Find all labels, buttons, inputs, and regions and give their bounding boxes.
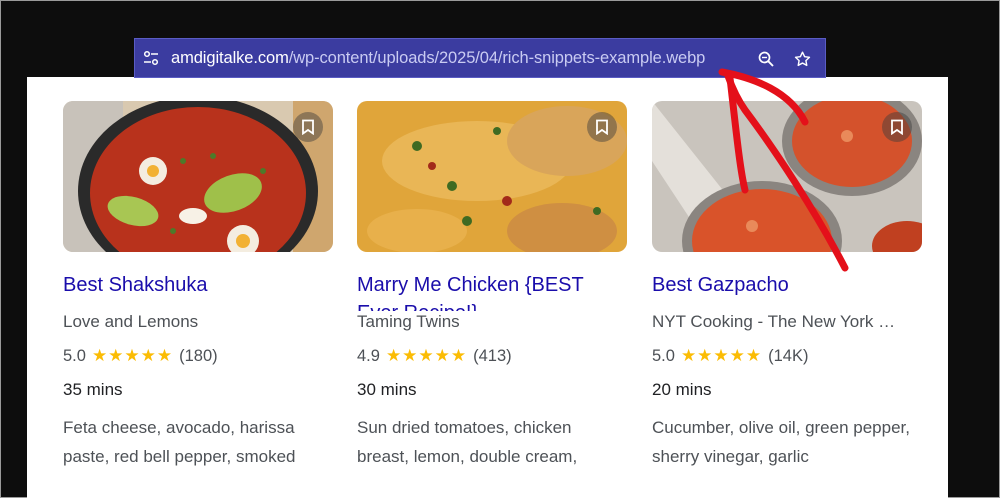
recipe-source: NYT Cooking - The New York … (652, 312, 896, 331)
url-domain: amdigitalke.com (171, 48, 289, 67)
rating-value: 5.0 (63, 347, 86, 365)
recipe-title[interactable]: Best Gazpacho (652, 271, 922, 299)
recipe-ingredients: Sun dried tomatoes, chicken breast, lemo… (357, 418, 578, 466)
recipe-title[interactable]: Marry Me Chicken {BEST Ever Recipe!} (357, 271, 627, 311)
review-count: (413) (473, 347, 512, 365)
url-path: /wp-content/uploads/2025/04/rich-snippet… (288, 48, 706, 67)
review-count: (14K) (768, 347, 809, 365)
recipe-image-marry-me-chicken[interactable] (357, 101, 627, 252)
save-recipe-button[interactable] (587, 112, 617, 142)
bookmark-star-icon[interactable] (792, 49, 812, 69)
rating-value: 4.9 (357, 347, 380, 365)
recipe-time: 20 mins (652, 380, 712, 399)
recipe-source: Taming Twins (357, 312, 460, 331)
recipe-ingredients: Cucumber, olive oil, green pepper, sherr… (652, 418, 910, 466)
rating-stars-icon: ★★★★★ (680, 346, 763, 365)
rating-stars-icon: ★★★★★ (91, 346, 174, 365)
review-count: (180) (179, 347, 218, 365)
save-recipe-button[interactable] (882, 112, 912, 142)
recipe-title[interactable]: Best Shakshuka (63, 271, 333, 299)
zoom-icon[interactable] (756, 49, 776, 69)
recipe-rating: 5.0 ★★★★★ (14K) (652, 345, 922, 367)
address-bar[interactable]: amdigitalke.com/wp-content/uploads/2025/… (134, 38, 826, 78)
recipe-card-shakshuka[interactable]: Best Shakshuka Love and Lemons 5.0 ★★★★★… (63, 101, 333, 471)
bookmark-icon (891, 119, 903, 135)
recipe-card-marry-me-chicken[interactable]: Marry Me Chicken {BEST Ever Recipe!} Tam… (357, 101, 627, 471)
recipe-ingredients: Feta cheese, avocado, harissa paste, red… (63, 418, 296, 466)
rating-stars-icon: ★★★★★ (385, 346, 468, 365)
recipe-card-gazpacho[interactable]: Best Gazpacho NYT Cooking - The New York… (652, 101, 922, 471)
recipe-image-shakshuka[interactable] (63, 101, 333, 252)
recipe-rating: 4.9 ★★★★★ (413) (357, 345, 627, 367)
recipe-rating: 5.0 ★★★★★ (180) (63, 345, 333, 367)
recipe-source: Love and Lemons (63, 312, 199, 331)
bookmark-icon (596, 119, 608, 135)
recipe-image-gazpacho[interactable] (652, 101, 922, 252)
recipe-time: 30 mins (357, 380, 417, 399)
rating-value: 5.0 (652, 347, 675, 365)
site-settings-icon[interactable] (141, 48, 161, 68)
save-recipe-button[interactable] (293, 112, 323, 142)
bookmark-icon (302, 119, 314, 135)
url-text[interactable]: amdigitalke.com/wp-content/uploads/2025/… (171, 49, 705, 68)
recipe-time: 35 mins (63, 380, 123, 399)
